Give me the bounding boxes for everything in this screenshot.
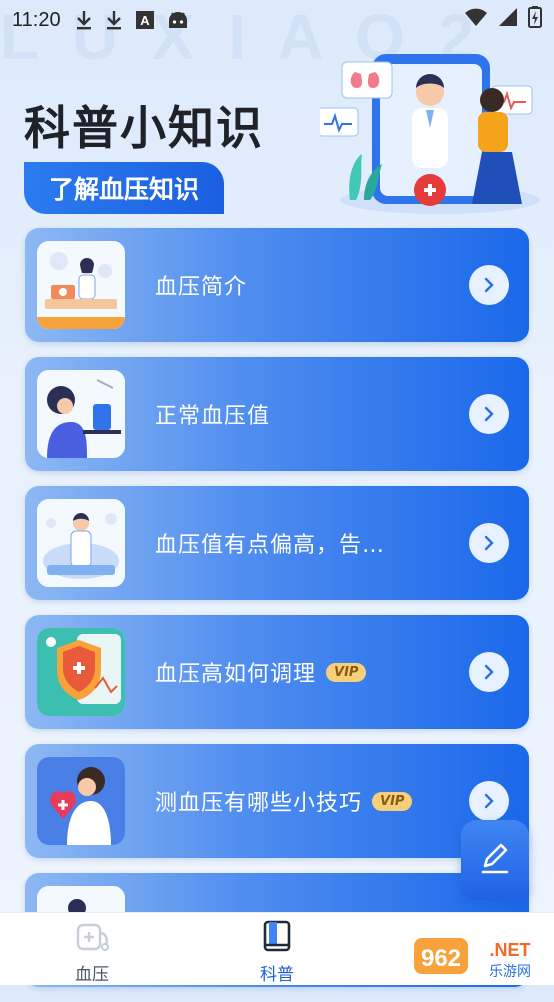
tab-label: 科普 [260, 965, 294, 985]
article-title: 血压简介 [155, 275, 248, 300]
svg-text:乐游网: 乐游网 [489, 964, 531, 980]
article-card-bp-care[interactable]: 血压高如何调理 VIP [25, 615, 529, 729]
article-card-normal-bp[interactable]: 正常血压值 [25, 357, 529, 471]
svg-text:962: 962 [421, 945, 461, 972]
article-thumbnail [37, 241, 125, 329]
article-card-bp-tips[interactable]: 测血压有哪些小技巧 VIP [25, 744, 529, 858]
article-title: 正常血压值 [155, 404, 271, 429]
article-card-bp-high[interactable]: 血压值有点偏高，告… [25, 486, 529, 600]
download-icon [105, 9, 123, 31]
article-title: 血压值有点偏高，告… [155, 533, 386, 558]
subtitle-badge: 了解血压知识 [24, 162, 224, 214]
article-thumbnail [37, 499, 125, 587]
page-title: 科普小知识 [24, 101, 264, 155]
article-title: 血压高如何调理 [155, 662, 317, 687]
status-time: 11:20 [12, 8, 61, 31]
chevron-right-icon[interactable] [469, 652, 509, 692]
status-bar: 11:20 A [0, 0, 554, 40]
wifi-icon [464, 7, 488, 33]
battery-icon [528, 6, 542, 34]
hero-illustration [317, 50, 545, 215]
site-logo: 962 .NET 乐游网 [414, 932, 552, 980]
article-thumbnail [37, 370, 125, 458]
svg-text:.NET: .NET [489, 940, 530, 960]
article-thumbnail [37, 628, 125, 716]
chevron-right-icon[interactable] [469, 394, 509, 434]
svg-text:A: A [140, 13, 150, 28]
article-title: 测血压有哪些小技巧 [155, 791, 363, 816]
chevron-right-icon[interactable] [469, 781, 509, 821]
book-icon [259, 919, 295, 958]
vip-badge: VIP [326, 662, 367, 682]
chevron-right-icon[interactable] [469, 265, 509, 305]
android-icon [167, 10, 189, 30]
edit-fab-button[interactable] [461, 820, 529, 900]
chevron-right-icon[interactable] [469, 523, 509, 563]
tab-science[interactable]: 科普 [217, 919, 337, 985]
article-thumbnail [37, 757, 125, 845]
pencil-icon [477, 840, 513, 880]
stethoscope-icon [72, 919, 112, 958]
article-card-bp-intro[interactable]: 血压简介 [25, 228, 529, 342]
text-a-icon: A [135, 10, 155, 30]
download-icon [75, 9, 93, 31]
tab-label: 血压 [75, 965, 109, 985]
vip-badge: VIP [372, 791, 413, 811]
tab-blood-pressure[interactable]: 血压 [32, 919, 152, 985]
article-list: 血压简介 正常血压值 血压值有点偏高，告… 血压高如何调理 VIP 测血压有哪些… [25, 228, 529, 1002]
signal-icon [498, 7, 518, 33]
